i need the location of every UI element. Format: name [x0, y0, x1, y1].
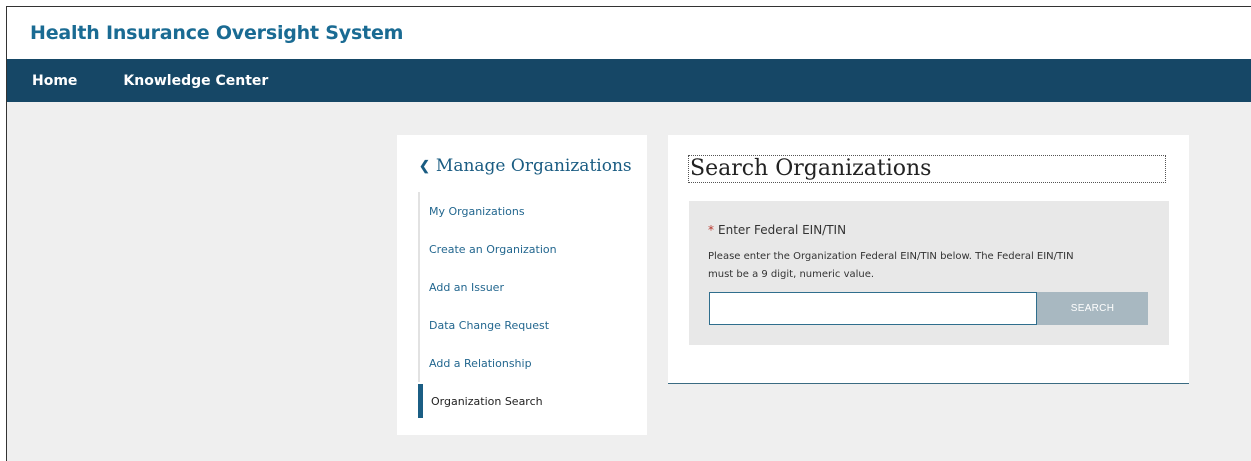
ein-input[interactable]	[709, 292, 1037, 325]
sidebar-item-add-issuer[interactable]: Add an Issuer	[418, 268, 557, 306]
ein-label-text: Enter Federal EIN/TIN	[718, 223, 847, 237]
app-header: Health Insurance Oversight System	[7, 7, 1251, 59]
app-title[interactable]: Health Insurance Oversight System	[30, 22, 403, 44]
ein-field-label: * Enter Federal EIN/TIN	[708, 223, 846, 237]
sidebar-item-my-organizations[interactable]: My Organizations	[418, 192, 557, 230]
sidebar-item-organization-search[interactable]: Organization Search	[418, 384, 557, 418]
sidebar-heading-link[interactable]: ❮ Manage Organizations	[419, 156, 632, 176]
sidebar-panel: ❮ Manage Organizations My Organizations …	[397, 135, 647, 435]
search-form: * Enter Federal EIN/TIN Please enter the …	[689, 201, 1169, 345]
sidebar-menu: My Organizations Create an Organization …	[418, 192, 557, 418]
chevron-left-icon: ❮	[419, 158, 430, 174]
sidebar-item-data-change-request[interactable]: Data Change Request	[418, 306, 557, 344]
main-navbar: Home Knowledge Center	[7, 59, 1251, 102]
help-text-line-2: must be a 9 digit, numeric value.	[708, 269, 875, 280]
ein-help-text: Please enter the Organization Federal EI…	[708, 248, 1148, 284]
nav-knowledge-center[interactable]: Knowledge Center	[123, 73, 268, 89]
browser-viewport: Health Insurance Oversight System Home K…	[6, 6, 1251, 461]
required-marker: *	[708, 223, 714, 237]
sidebar-heading: Manage Organizations	[435, 156, 632, 176]
page-title: Search Organizations	[688, 155, 1166, 183]
main-panel: Search Organizations * Enter Federal EIN/…	[668, 135, 1189, 384]
search-button[interactable]: SEARCH	[1037, 292, 1148, 325]
page-content: ❮ Manage Organizations My Organizations …	[7, 102, 1251, 461]
sidebar-item-create-organization[interactable]: Create an Organization	[418, 230, 557, 268]
help-text-line-1: Please enter the Organization Federal EI…	[708, 251, 1074, 262]
nav-home[interactable]: Home	[32, 73, 77, 89]
sidebar-item-add-relationship[interactable]: Add a Relationship	[418, 344, 557, 382]
